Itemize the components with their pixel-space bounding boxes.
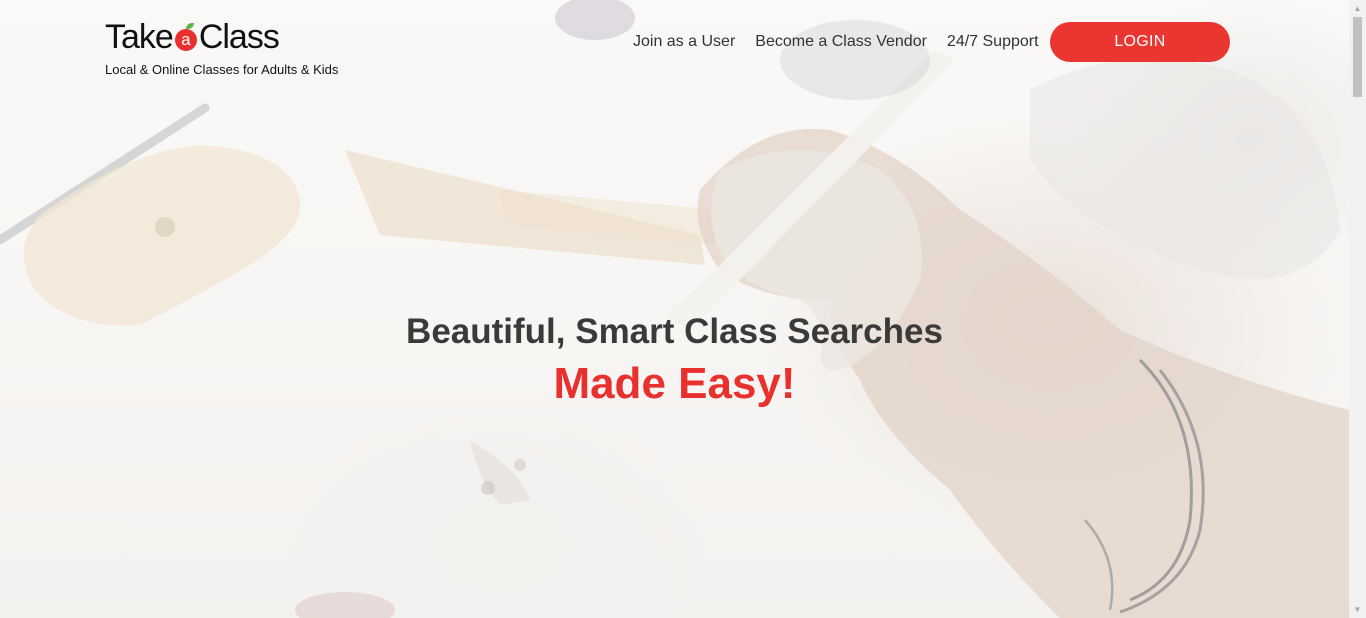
apple-icon: a [174, 23, 197, 51]
hero-title: Beautiful, Smart Class Searches [406, 312, 943, 351]
logo-wordmark: Take a Class [105, 17, 280, 57]
scrollbar-thumb[interactable] [1353, 17, 1362, 97]
triangle-down-icon[interactable]: ▼ [1349, 601, 1366, 618]
hero-subtitle: Made Easy! [553, 359, 796, 408]
site-header: Take a Class Local & Online Classes for … [0, 0, 1349, 90]
hero-section: Beautiful, Smart Class Searches Made Eas… [0, 310, 1349, 410]
triangle-up-icon[interactable]: ▲ [1349, 0, 1366, 17]
logo-apple-letter: a [181, 30, 191, 49]
page: Take a Class Local & Online Classes for … [0, 0, 1366, 618]
logo-text-class: Class [198, 18, 280, 56]
hero-overlay [0, 0, 1349, 618]
logo-text-take: Take [105, 18, 174, 56]
login-button[interactable]: LOGIN [1050, 22, 1230, 62]
nav-link-become-vendor[interactable]: Become a Class Vendor [755, 33, 927, 51]
nav-link-support[interactable]: 24/7 Support [947, 33, 1039, 51]
nav-link-join-as-user[interactable]: Join as a User [633, 33, 735, 51]
main-nav: Join as a User Become a Class Vendor 24/… [633, 22, 1059, 62]
logo-tagline: Local & Online Classes for Adults & Kids [105, 62, 339, 77]
logo[interactable]: Take a Class Local & Online Classes for … [105, 17, 365, 79]
page-scrollbar[interactable]: ▲ ▼ [1349, 0, 1366, 618]
